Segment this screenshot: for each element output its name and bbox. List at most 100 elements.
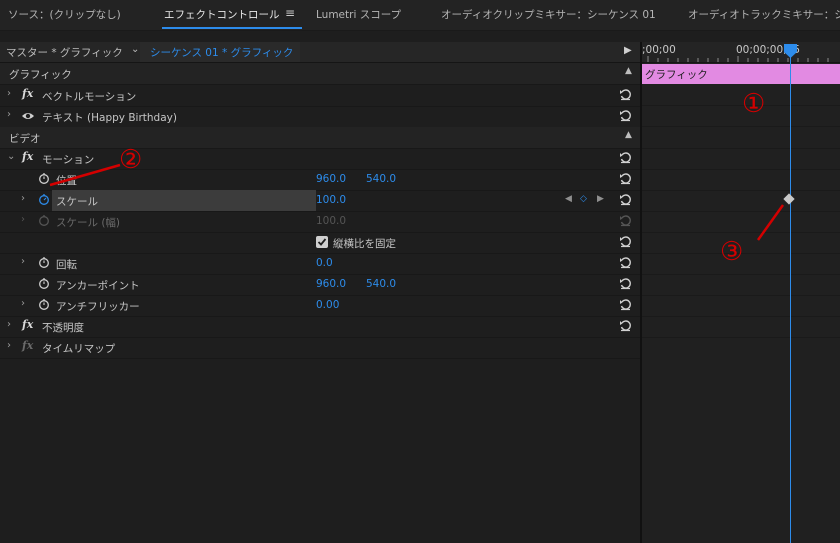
show-timeline-icon[interactable]: ▶ <box>624 45 632 56</box>
tab-lumetri-scopes[interactable]: Lumetri スコープ <box>316 7 401 22</box>
param-position[interactable]: 位置 960.0 540.0 <box>0 169 640 191</box>
timeline-row-divider <box>642 316 840 317</box>
tab-source[interactable]: ソース：(クリップなし) <box>8 7 121 22</box>
annotation-three: ③ <box>720 237 744 267</box>
stopwatch-icon[interactable] <box>38 172 50 184</box>
twirl-right-icon[interactable]: › <box>7 109 11 120</box>
position-x-value[interactable]: 960.0 <box>316 173 346 185</box>
uniform-scale-label: 縦横比を固定 <box>333 238 396 250</box>
reset-icon[interactable] <box>619 235 632 248</box>
active-tab-indicator <box>162 27 302 29</box>
annotation-one: ① <box>742 89 766 119</box>
twirl-right-icon[interactable]: › <box>21 214 25 225</box>
add-keyframe-icon[interactable]: ◇ <box>580 194 587 204</box>
effect-opacity-label: 不透明度 <box>42 322 84 334</box>
effect-text[interactable]: › テキスト (Happy Birthday) <box>0 106 640 128</box>
stopwatch-icon[interactable] <box>38 298 50 310</box>
section-graphic-label: グラフィック <box>9 69 72 81</box>
reset-icon[interactable] <box>619 109 632 122</box>
param-rotation[interactable]: › 回転 0.0 <box>0 253 640 275</box>
reset-icon[interactable] <box>619 172 632 185</box>
section-video-label: ビデオ <box>9 133 41 145</box>
param-anchor-label: アンカーポイント <box>56 280 140 292</box>
param-position-label: 位置 <box>56 175 77 187</box>
clip-header: マスター * グラフィック ⌄ シーケンス 01 * グラフィック ▶ <box>0 42 640 63</box>
reset-icon[interactable] <box>619 277 632 290</box>
panel-menu-icon[interactable]: ≡ <box>285 6 295 20</box>
playhead[interactable] <box>790 48 791 543</box>
timeline-row-divider <box>642 190 840 191</box>
effect-motion[interactable]: ⌄ fx モーション <box>0 148 640 170</box>
section-graphic: グラフィック ▲ <box>0 63 640 85</box>
param-scale[interactable]: › スケール 100.0 ◀ ◇ ▶ <box>0 190 640 212</box>
sequence-clip-label[interactable]: シーケンス 01 * グラフィック <box>150 45 293 60</box>
reset-icon[interactable] <box>619 151 632 164</box>
twirl-right-icon[interactable]: › <box>21 298 25 309</box>
effect-vector-motion[interactable]: › fx ベクトルモーション <box>0 85 640 107</box>
param-scale-width-label: スケール (幅) <box>56 217 121 229</box>
previous-keyframe-icon[interactable]: ◀ <box>565 194 572 204</box>
reset-icon <box>620 215 631 227</box>
clip-bar-label: グラフィック <box>645 69 708 81</box>
stopwatch-active-icon[interactable] <box>38 193 50 205</box>
param-anti-flicker[interactable]: › アンチフリッカー 0.00 <box>0 295 640 317</box>
clip-bar-graphic[interactable]: グラフィック <box>642 64 840 84</box>
twirl-down-icon[interactable]: ⌄ <box>7 151 15 162</box>
master-clip-label[interactable]: マスター * グラフィック <box>6 45 123 60</box>
twirl-right-icon[interactable]: › <box>7 88 11 99</box>
uniform-scale-checkbox[interactable] <box>316 236 328 248</box>
fx-icon[interactable]: fx <box>22 150 33 163</box>
eye-icon[interactable] <box>21 111 35 121</box>
timeline-row-divider <box>642 232 840 233</box>
fx-icon[interactable]: fx <box>22 318 33 331</box>
ruler-ticks <box>647 56 829 62</box>
timeline-row-divider <box>642 337 840 338</box>
effect-motion-label: モーション <box>42 154 95 166</box>
collapse-arrow-icon[interactable]: ▲ <box>625 66 632 76</box>
timeline-row-divider <box>642 274 840 275</box>
fx-icon[interactable]: fx <box>22 87 33 100</box>
stopwatch-icon[interactable] <box>38 256 50 268</box>
param-scale-width[interactable]: › スケール (幅) 100.0 <box>0 211 640 233</box>
param-anchor-point[interactable]: アンカーポイント 960.0 540.0 <box>0 274 640 296</box>
reset-icon[interactable] <box>619 193 632 206</box>
effect-controls-panel: マスター * グラフィック ⌄ シーケンス 01 * グラフィック ▶ グラフィ… <box>0 42 640 543</box>
reset-icon[interactable] <box>619 88 632 101</box>
rotation-value[interactable]: 0.0 <box>316 257 333 269</box>
effect-vector-motion-label: ベクトルモーション <box>42 91 137 103</box>
effect-opacity[interactable]: › fx 不透明度 <box>0 316 640 338</box>
scale-value[interactable]: 100.0 <box>316 194 346 206</box>
twirl-right-icon[interactable]: › <box>7 319 11 330</box>
reset-icon[interactable] <box>619 256 632 269</box>
timeline-row-divider <box>642 148 840 149</box>
anti-flicker-value[interactable]: 0.00 <box>316 299 339 311</box>
effect-timeline: ;00;00 00;00;00;15 グラフィック <box>642 42 840 543</box>
timeline-row-divider <box>642 105 840 106</box>
reset-icon[interactable] <box>619 298 632 311</box>
twirl-right-icon[interactable]: › <box>21 193 25 204</box>
stopwatch-icon[interactable] <box>38 277 50 289</box>
tab-effect-controls[interactable]: エフェクトコントロール <box>164 7 280 22</box>
param-uniform-scale[interactable]: 縦横比を固定 <box>0 232 640 254</box>
tab-audio-clip-mixer[interactable]: オーディオクリップミキサー：シーケンス 01 <box>441 7 656 22</box>
anchor-x-value[interactable]: 960.0 <box>316 278 346 290</box>
reset-icon[interactable] <box>619 319 632 332</box>
time-ruler[interactable]: ;00;00 00;00;00;15 <box>642 42 840 63</box>
effect-time-remap[interactable]: › fx タイムリマップ <box>0 337 640 359</box>
fx-icon[interactable]: fx <box>22 339 33 352</box>
twirl-right-icon[interactable]: › <box>21 256 25 267</box>
effect-text-label: テキスト (Happy Birthday) <box>42 112 177 124</box>
anchor-y-value[interactable]: 540.0 <box>366 278 396 290</box>
next-keyframe-icon[interactable]: ▶ <box>597 194 604 204</box>
chevron-down-icon[interactable]: ⌄ <box>131 44 139 55</box>
twirl-right-icon[interactable]: › <box>7 340 11 351</box>
timeline-row-divider <box>642 169 840 170</box>
param-scale-label: スケール <box>56 196 98 208</box>
stopwatch-icon <box>39 215 49 226</box>
position-y-value[interactable]: 540.0 <box>366 173 396 185</box>
timeline-row-divider <box>642 295 840 296</box>
collapse-arrow-icon[interactable]: ▲ <box>625 130 632 140</box>
param-rotation-label: 回転 <box>56 259 77 271</box>
effect-time-remap-label: タイムリマップ <box>42 343 116 355</box>
tab-audio-track-mixer[interactable]: オーディオトラックミキサー：シー <box>688 7 840 22</box>
